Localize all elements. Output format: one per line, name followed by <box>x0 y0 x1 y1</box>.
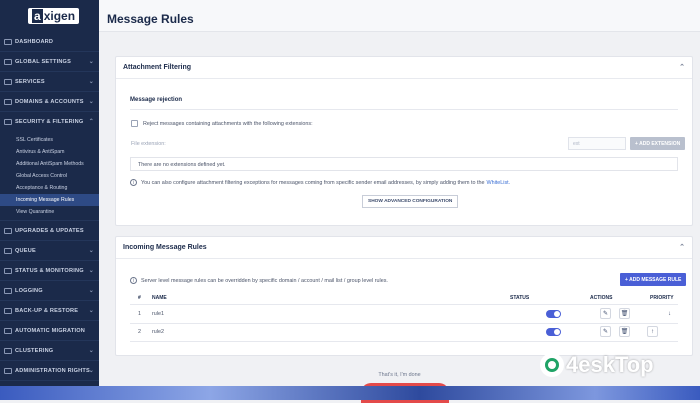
main-content: Message Rules Attachment Filtering ⌃ Mes… <box>99 0 700 403</box>
sidebar: a xigen DASHBOARD GLOBAL SETTINGS ⌄ SERVIC… <box>0 0 99 400</box>
delete-icon[interactable]: 🗑 <box>619 326 630 337</box>
divider <box>130 109 678 110</box>
logo[interactable]: a xigen <box>0 0 99 32</box>
sidebar-item-admin-rights[interactable]: ADMINISTRATION RIGHTS ⌄ <box>0 361 99 381</box>
move-up-icon[interactable]: ↑ <box>647 326 658 337</box>
sidebar-item-backup[interactable]: BACK-UP & RESTORE ⌄ <box>0 301 99 321</box>
whitelist-info: i You can also configure attachment filt… <box>130 179 510 186</box>
row-1-status-toggle[interactable] <box>546 310 561 318</box>
sidebar-subitem-antispam[interactable]: Additional AntiSpam Methods <box>0 158 99 170</box>
row-1-num: 1 <box>138 311 141 317</box>
move-down-icon[interactable]: ↓ <box>664 308 675 319</box>
sidebar-item-dashboard[interactable]: DASHBOARD <box>0 32 99 52</box>
sidebar-subitem-quarantine[interactable]: View Quarantine <box>0 206 99 218</box>
incoming-rules-header[interactable]: Incoming Message Rules ⌃ <box>116 237 692 259</box>
services-icon <box>4 78 12 85</box>
cluster-icon <box>4 347 12 354</box>
file-extension-label: File extension: <box>131 141 166 147</box>
chevron-down-icon: ⌄ <box>88 288 94 294</box>
collapse-icon[interactable]: ⌃ <box>679 243 685 251</box>
edit-icon[interactable]: ✎ <box>600 308 611 319</box>
admin-icon <box>4 367 12 374</box>
chevron-down-icon: ⌄ <box>88 268 94 274</box>
sidebar-subitem-acceptance[interactable]: Acceptance & Routing <box>0 182 99 194</box>
sidebar-item-upgrades[interactable]: UPGRADES & UPDATES <box>0 221 99 241</box>
row-2-status-toggle[interactable] <box>546 328 561 336</box>
row-2-name[interactable]: rule2 <box>152 329 164 335</box>
shield-icon <box>4 119 12 125</box>
users-icon <box>4 98 12 105</box>
extensions-empty-state: There are no extensions defined yet. <box>130 157 678 171</box>
chevron-down-icon: ⌄ <box>88 348 94 354</box>
monitor-icon <box>4 267 12 274</box>
row-1-name[interactable]: rule1 <box>152 311 164 317</box>
message-rejection-title: Message rejection <box>130 97 183 103</box>
table-divider <box>130 304 678 305</box>
sidebar-item-migration[interactable]: AUTOMATIC MIGRATION <box>0 321 99 341</box>
chevron-down-icon: ⌄ <box>88 308 94 314</box>
desktop-wallpaper-strip <box>0 386 700 400</box>
row-2-num: 2 <box>138 329 141 335</box>
incoming-rules-card: Incoming Message Rules ⌃ i Server level … <box>115 236 693 356</box>
info-icon: i <box>130 277 137 284</box>
extension-input[interactable]: ext <box>568 137 626 150</box>
watermark: 4eskTop <box>540 352 654 378</box>
col-header-status: STATUS <box>510 295 530 301</box>
sidebar-subitem-access-control[interactable]: Global Access Control <box>0 170 99 182</box>
watermark-logo-icon <box>540 353 564 377</box>
col-header-actions: ACTIONS <box>590 295 613 301</box>
dashboard-icon <box>4 38 12 45</box>
axigen-logo: a xigen <box>28 8 80 24</box>
sidebar-item-services[interactable]: SERVICES ⌄ <box>0 72 99 92</box>
log-icon <box>4 287 12 294</box>
chevron-down-icon: ⌄ <box>88 99 94 105</box>
sidebar-item-clustering[interactable]: CLUSTERING ⌄ <box>0 341 99 361</box>
chevron-up-icon: ⌃ <box>88 119 94 125</box>
col-header-priority: PRIORITY <box>650 295 674 301</box>
sidebar-item-queue[interactable]: QUEUE ⌄ <box>0 241 99 261</box>
migration-icon <box>4 327 12 334</box>
sidebar-subitem-incoming-rules[interactable]: Incoming Message Rules <box>0 194 99 206</box>
whitelist-link[interactable]: WhiteList. <box>486 180 510 186</box>
sidebar-subitem-antivirus[interactable]: Antivirus & AntiSpam <box>0 146 99 158</box>
override-info: i Server level message rules can be over… <box>130 277 388 284</box>
page-title: Message Rules <box>107 12 194 26</box>
col-header-name: NAME <box>152 295 167 301</box>
add-extension-button[interactable]: + ADD EXTENSION <box>630 137 686 150</box>
col-header-num: # <box>138 295 141 301</box>
show-advanced-config-button[interactable]: SHOW ADVANCED CONFIGURATION <box>362 195 459 208</box>
sidebar-item-logging[interactable]: LOGGING ⌄ <box>0 281 99 301</box>
upgrade-icon <box>4 227 12 234</box>
attachment-filtering-card: Attachment Filtering ⌃ Message rejection… <box>115 56 693 226</box>
security-submenu: SSL Certificates Antivirus & AntiSpam Ad… <box>0 132 99 221</box>
collapse-icon[interactable]: ⌃ <box>679 63 685 71</box>
reject-attachments-checkbox[interactable] <box>131 120 138 127</box>
info-icon: i <box>130 179 137 186</box>
add-message-rule-button[interactable]: + ADD MESSAGE RULE <box>620 273 687 286</box>
table-row-divider <box>130 341 678 342</box>
edit-icon[interactable]: ✎ <box>600 326 611 337</box>
sidebar-item-security[interactable]: SECURITY & FILTERING ⌃ <box>0 112 99 132</box>
chevron-down-icon: ⌄ <box>88 248 94 254</box>
globe-icon <box>4 58 12 65</box>
sidebar-item-status[interactable]: STATUS & MONITORING ⌄ <box>0 261 99 281</box>
chevron-down-icon: ⌄ <box>88 79 94 85</box>
backup-icon <box>4 307 12 314</box>
attachment-filtering-header[interactable]: Attachment Filtering ⌃ <box>116 57 692 79</box>
sidebar-item-domains[interactable]: DOMAINS & ACCOUNTS ⌄ <box>0 92 99 112</box>
sidebar-item-global-settings[interactable]: GLOBAL SETTINGS ⌄ <box>0 52 99 72</box>
sidebar-subitem-ssl[interactable]: SSL Certificates <box>0 134 99 146</box>
delete-icon[interactable]: 🗑 <box>619 308 630 319</box>
reject-attachments-row: Reject messages containing attachments w… <box>131 120 313 127</box>
table-row-divider <box>130 323 678 324</box>
chevron-down-icon: ⌄ <box>88 59 94 65</box>
queue-icon <box>4 247 12 254</box>
chevron-down-icon: ⌄ <box>88 368 94 374</box>
